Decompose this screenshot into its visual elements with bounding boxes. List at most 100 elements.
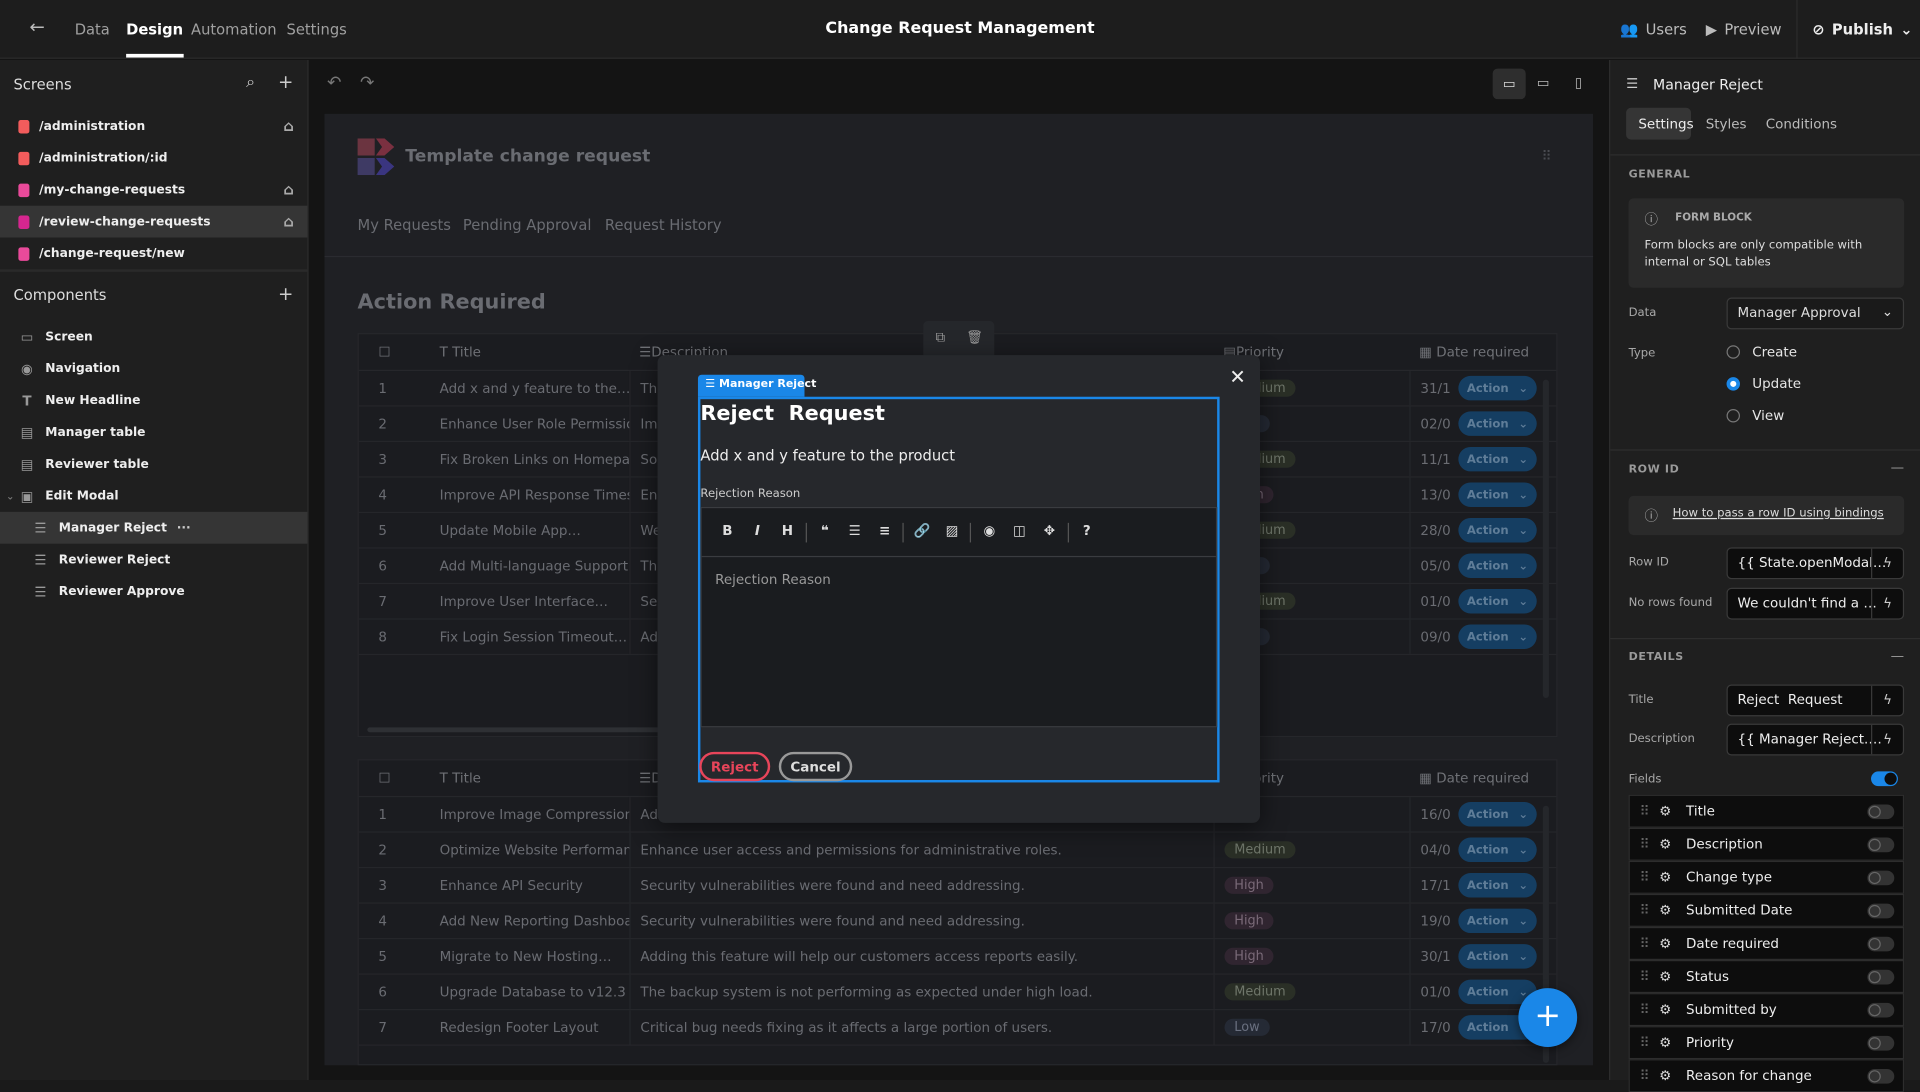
- fullscreen-icon[interactable]: ✥: [1036, 508, 1063, 555]
- gear-icon[interactable]: ⚙: [1659, 1035, 1671, 1051]
- vertical-scrollbar[interactable]: [1542, 379, 1549, 698]
- action-dropdown[interactable]: Action ⌄: [1458, 624, 1537, 649]
- screen-item[interactable]: /change-request/new: [0, 238, 307, 270]
- fields-toggle[interactable]: [1871, 771, 1898, 787]
- cancel-button[interactable]: Cancel: [778, 751, 853, 782]
- title-input[interactable]: Reject Request ϟ: [1726, 684, 1905, 717]
- field-row[interactable]: ⠿ ⚙ Status: [1628, 960, 1905, 994]
- table-row[interactable]: 6 Upgrade Database to v12.3 The backup sys…: [358, 974, 1557, 1011]
- form-block[interactable]: Reject Request Add x and y feature to th…: [697, 396, 1220, 783]
- binding-bolt-icon[interactable]: ϟ: [1871, 685, 1903, 716]
- rowid-input[interactable]: {{ State.openModal… ϟ: [1726, 547, 1905, 580]
- drag-handle-icon[interactable]: ⠿: [1640, 969, 1650, 985]
- gear-icon[interactable]: ⚙: [1659, 869, 1671, 885]
- tab-settings[interactable]: Settings: [1638, 116, 1693, 132]
- horizontal-scrollbar[interactable]: [367, 727, 662, 733]
- field-toggle[interactable]: [1867, 1068, 1895, 1084]
- binding-bolt-icon[interactable]: ϟ: [1871, 548, 1903, 578]
- field-toggle[interactable]: [1867, 903, 1895, 918]
- rejection-reason-editor[interactable]: B I H ❝ ☰ ≡ 🔗 ▨ ◉ ◫ ✥? Rejection Reason: [700, 506, 1218, 728]
- heading-icon[interactable]: H: [774, 508, 801, 555]
- gear-icon[interactable]: ⚙: [1659, 1068, 1671, 1084]
- desktop-view-button[interactable]: ▭: [1492, 68, 1526, 100]
- bold-icon[interactable]: B: [714, 508, 741, 555]
- drag-handle-icon[interactable]: ⠿: [1640, 1035, 1650, 1051]
- drag-handle-icon[interactable]: ⠿: [1640, 1002, 1650, 1018]
- radio-indicator[interactable]: [1726, 408, 1741, 423]
- duplicate-icon[interactable]: ⧉: [936, 329, 946, 346]
- column-date[interactable]: ▦ Date required: [1409, 344, 1529, 360]
- drag-handle-icon[interactable]: ⠿: [1640, 803, 1650, 819]
- gear-icon[interactable]: ⚙: [1659, 969, 1671, 985]
- field-row[interactable]: ⠿ ⚙ Title: [1628, 794, 1905, 828]
- more-icon[interactable]: ···: [177, 521, 191, 534]
- block-label[interactable]: ☰ Manager Reject: [697, 374, 816, 397]
- preview-button[interactable]: ▶ Preview: [1706, 21, 1782, 38]
- screen-item[interactable]: /administration ⌂: [0, 110, 307, 142]
- search-icon[interactable]: ⌕: [246, 73, 255, 91]
- add-button[interactable]: +: [1518, 988, 1578, 1047]
- select-all-checkbox[interactable]: ☐: [359, 770, 418, 786]
- action-dropdown[interactable]: Action ⌄: [1458, 375, 1537, 401]
- help-icon[interactable]: ?: [1073, 508, 1100, 555]
- nav-request-history[interactable]: Request History: [605, 217, 722, 234]
- screen-item[interactable]: /administration/:id: [0, 142, 307, 174]
- table-row[interactable]: 7 Redesign Footer Layout Critical bug need…: [358, 1010, 1557, 1046]
- component-item[interactable]: ☰ Reviewer Reject: [0, 544, 307, 576]
- nav-my-requests[interactable]: My Requests: [358, 217, 451, 234]
- gear-icon[interactable]: ⚙: [1659, 936, 1671, 952]
- rowid-link[interactable]: How to pass a row ID using bindings: [1673, 507, 1884, 520]
- field-toggle[interactable]: [1867, 936, 1895, 951]
- collapse-icon[interactable]: —: [1891, 648, 1904, 664]
- quote-icon[interactable]: ❝: [811, 508, 838, 555]
- field-row[interactable]: ⠿ ⚙ Submitted by: [1628, 993, 1905, 1027]
- image-icon[interactable]: ▨: [939, 508, 966, 555]
- link-icon[interactable]: 🔗: [909, 508, 936, 555]
- reject-button[interactable]: Reject: [699, 751, 771, 782]
- field-row[interactable]: ⠿ ⚙ Reason for change: [1628, 1059, 1905, 1092]
- screen-item[interactable]: /my-change-requests ⌂: [0, 174, 307, 206]
- action-dropdown[interactable]: Action ⌄: [1458, 411, 1537, 436]
- redo-icon[interactable]: ↷: [360, 73, 374, 93]
- action-dropdown[interactable]: Action ⌄: [1458, 588, 1537, 614]
- field-toggle[interactable]: [1867, 1035, 1895, 1051]
- action-dropdown[interactable]: Action ⌄: [1458, 802, 1537, 827]
- trash-icon[interactable]: 🗑: [966, 329, 983, 345]
- chevron-down-icon[interactable]: ⌄: [6, 490, 14, 501]
- type-radio-view[interactable]: View: [1726, 408, 1784, 424]
- field-toggle[interactable]: [1867, 870, 1895, 885]
- field-toggle[interactable]: [1867, 969, 1895, 984]
- numbered-list-icon[interactable]: ≡: [871, 508, 898, 555]
- field-toggle[interactable]: [1867, 836, 1895, 852]
- drag-handle-icon[interactable]: ⠿: [1640, 902, 1650, 918]
- screen-item[interactable]: /review-change-requests ⌂: [0, 205, 308, 238]
- users-button[interactable]: 👥 Users: [1620, 21, 1687, 38]
- component-item[interactable]: ◉ Navigation: [0, 353, 307, 385]
- preview-icon[interactable]: ◉: [976, 508, 1003, 555]
- drag-handle-icon[interactable]: ⠿: [1640, 936, 1650, 952]
- component-item[interactable]: ▤ Manager table: [0, 416, 307, 448]
- column-date[interactable]: ▦ Date required: [1409, 770, 1529, 786]
- table-row[interactable]: 2 Optimize Website Performance Enhance use…: [358, 832, 1557, 869]
- data-select[interactable]: Manager Approval ⌄: [1726, 297, 1905, 330]
- type-radio-create[interactable]: Create: [1726, 344, 1797, 360]
- action-dropdown[interactable]: Action ⌄: [1458, 908, 1537, 934]
- table-row[interactable]: 4 Add New Reporting Dashboard Security vul…: [358, 903, 1557, 940]
- collapse-icon[interactable]: —: [1891, 459, 1904, 475]
- component-item[interactable]: T New Headline: [0, 384, 307, 416]
- action-dropdown[interactable]: Action ⌄: [1458, 517, 1537, 543]
- publish-button[interactable]: ⊘ Publish ⌄: [1812, 21, 1912, 38]
- table-row[interactable]: 5 Migrate to New Hosting… Adding this feat…: [358, 939, 1557, 975]
- gear-icon[interactable]: ⚙: [1659, 1002, 1671, 1018]
- side-by-side-icon[interactable]: ◫: [1006, 508, 1033, 555]
- drag-handle-icon[interactable]: ⠿: [1640, 1068, 1650, 1084]
- drag-handle-icon[interactable]: ⠿: [1640, 836, 1650, 852]
- select-all-checkbox[interactable]: ☐: [359, 344, 418, 360]
- action-dropdown[interactable]: Action ⌄: [1458, 944, 1537, 969]
- bullet-list-icon[interactable]: ☰: [841, 508, 868, 555]
- radio-indicator[interactable]: [1726, 377, 1741, 391]
- editor-placeholder[interactable]: Rejection Reason: [715, 572, 831, 588]
- action-dropdown[interactable]: Action ⌄: [1458, 482, 1537, 507]
- column-title[interactable]: T Title: [418, 344, 630, 360]
- mobile-view-button[interactable]: ▯: [1575, 75, 1582, 91]
